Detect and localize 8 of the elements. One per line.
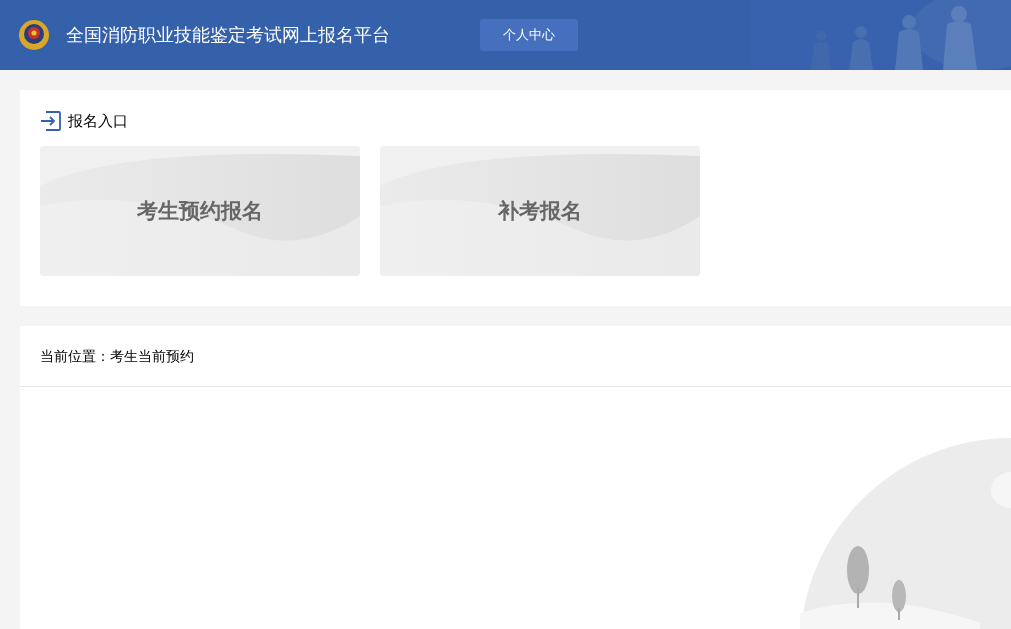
emblem-icon [18,18,50,52]
registration-card[interactable]: 补考报名 [380,146,700,276]
site-title: 全国消防职业技能鉴定考试网上报名平台 [66,23,390,47]
registration-card[interactable]: 考生预约报名 [40,146,360,276]
section-heading: 报名入口 [68,110,128,131]
nav-button[interactable]: 个人中心 [480,19,578,51]
breadcrumb: 当前位置：考生当前预约 [40,346,194,366]
login-icon [40,110,62,132]
